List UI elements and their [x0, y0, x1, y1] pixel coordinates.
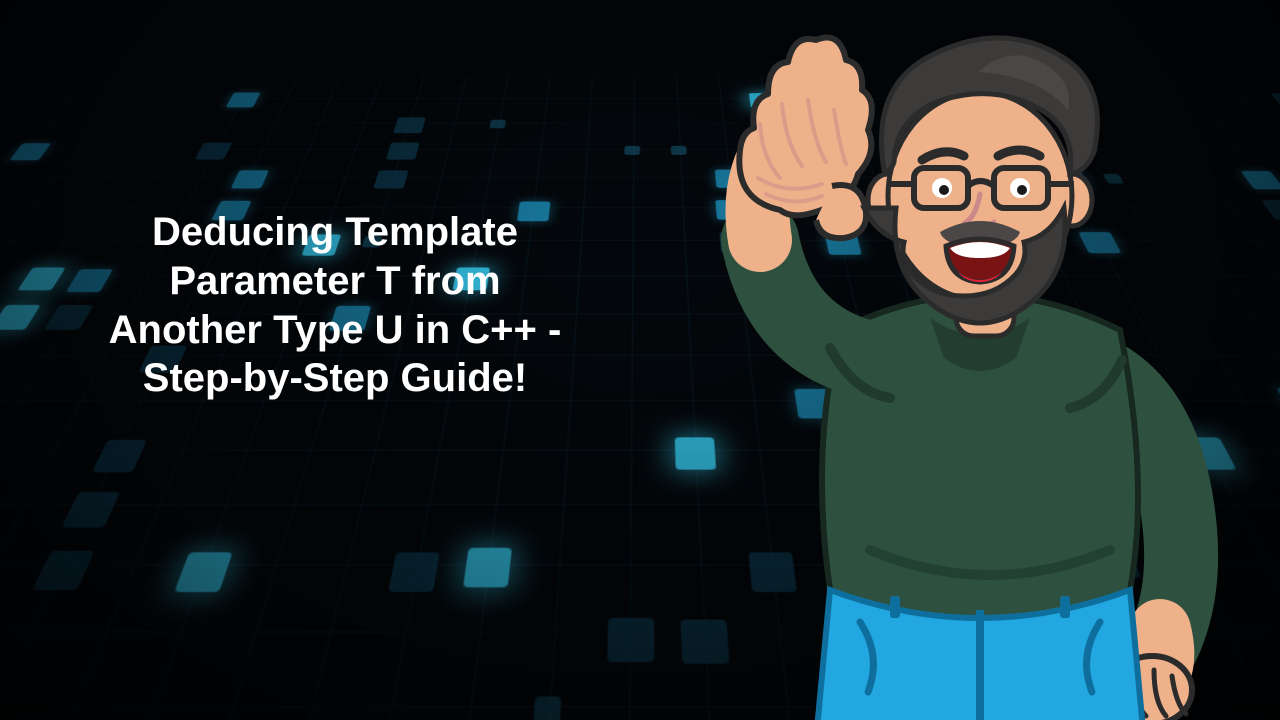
slide-title: Deducing Template Parameter T from Anoth…: [100, 208, 570, 403]
stage: Deducing Template Parameter T from Anoth…: [0, 0, 1280, 720]
presenter-avatar: [680, 30, 1240, 720]
